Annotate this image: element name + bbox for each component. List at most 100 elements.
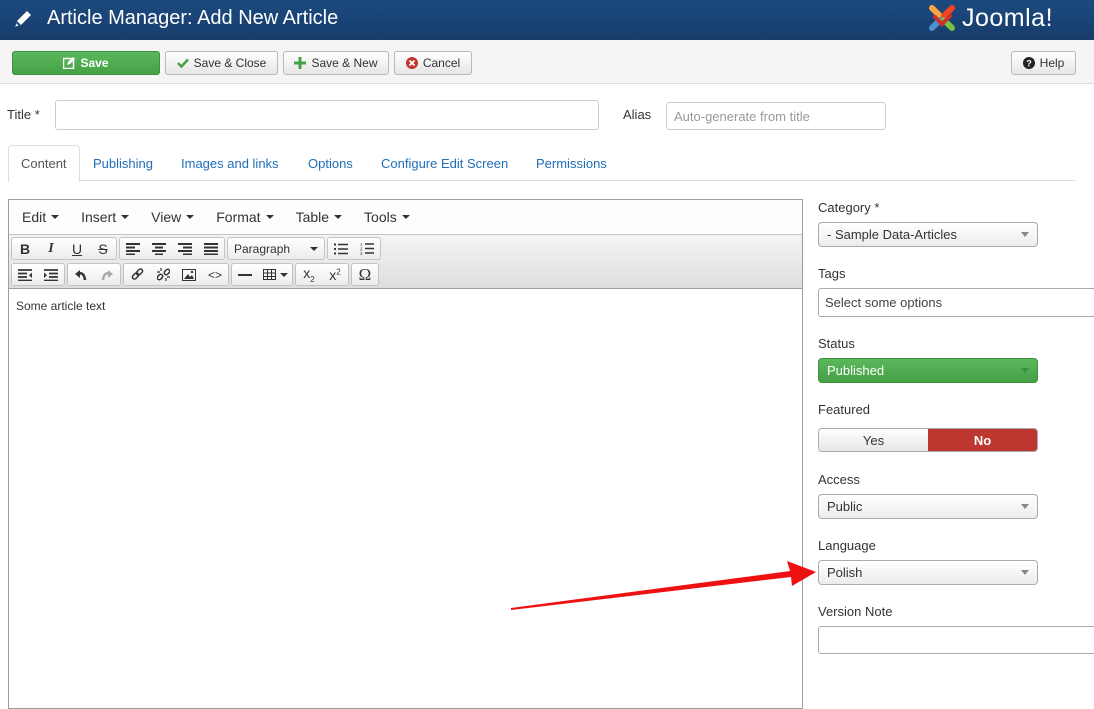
tags-label: Tags (818, 266, 846, 281)
language-value: Polish (827, 565, 863, 580)
alias-input[interactable] (666, 102, 886, 130)
menu-edit-label: Edit (22, 209, 47, 225)
align-justify-icon[interactable] (198, 238, 224, 259)
caret-down-icon (186, 215, 195, 219)
cancel-button[interactable]: Cancel (394, 51, 472, 75)
help-button[interactable]: ? Help (1011, 51, 1076, 75)
title-label: Title * (7, 107, 40, 122)
bullet-list-icon[interactable] (328, 238, 354, 259)
menu-view-label: View (151, 209, 182, 225)
tab-options[interactable]: Options (296, 145, 365, 181)
category-value: - Sample Data-Articles (827, 227, 958, 242)
tab-content[interactable]: Content (8, 145, 80, 182)
caret-down-icon (401, 215, 410, 219)
version-note-input[interactable] (818, 626, 1094, 654)
redo-icon[interactable] (94, 264, 120, 285)
code-icon[interactable]: <> (202, 264, 228, 285)
align-center-icon[interactable] (146, 238, 172, 259)
menu-insert-label: Insert (81, 209, 117, 225)
special-character-icon[interactable]: Ω (352, 264, 378, 285)
caret-down-icon (51, 215, 60, 219)
access-value: Public (827, 499, 863, 514)
chevron-down-icon (1021, 232, 1029, 237)
alias-label: Alias (623, 107, 652, 122)
table-insert-icon[interactable] (258, 264, 292, 285)
menu-format-label: Format (216, 209, 261, 225)
chevron-down-icon (1021, 368, 1029, 373)
horizontal-rule-icon[interactable] (232, 264, 258, 285)
outdent-icon[interactable] (12, 264, 38, 285)
bold-icon[interactable]: B (12, 238, 38, 259)
check-icon (176, 58, 189, 68)
menu-edit[interactable]: Edit (13, 209, 68, 225)
version-note-label: Version Note (818, 604, 893, 619)
access-select[interactable]: Public (818, 494, 1038, 519)
category-select[interactable]: - Sample Data-Articles (818, 222, 1038, 247)
menu-tools[interactable]: Tools (355, 209, 419, 225)
numbered-list-icon[interactable]: 123 (354, 238, 380, 259)
action-toolbar: Save Save & Close Save & New Cancel ? He… (0, 40, 1094, 84)
undo-icon[interactable] (68, 264, 94, 285)
menu-table[interactable]: Table (287, 209, 351, 225)
edit-icon (63, 57, 76, 69)
help-icon: ? (1022, 57, 1035, 69)
featured-toggle: Yes No (818, 428, 1038, 452)
joomla-logo[interactable]: Joomla! (926, 0, 1053, 36)
format-select[interactable]: Paragraph (228, 238, 324, 259)
underline-icon[interactable]: U (64, 238, 90, 259)
save-button[interactable]: Save (12, 51, 160, 75)
menu-view[interactable]: View (142, 209, 203, 225)
strikethrough-icon[interactable]: S (90, 238, 116, 259)
align-right-icon[interactable] (172, 238, 198, 259)
help-label: Help (1039, 56, 1065, 70)
save-close-button[interactable]: Save & Close (165, 51, 278, 75)
status-value: Published (827, 363, 885, 378)
menu-table-label: Table (295, 209, 330, 225)
format-select-value: Paragraph (234, 241, 291, 256)
featured-label: Featured (818, 402, 871, 417)
editor-toolbar: B I U S Paragraph 123 <> x2 x2 Ω (9, 235, 802, 289)
caret-down-icon (279, 272, 288, 277)
editor-menubar: Edit Insert View Format Table Tools (9, 200, 802, 235)
app-header: Article Manager: Add New Article Joomla! (0, 0, 1094, 40)
menu-insert[interactable]: Insert (72, 209, 138, 225)
language-label: Language (818, 538, 876, 553)
align-left-icon[interactable] (120, 238, 146, 259)
tab-permissions[interactable]: Permissions (524, 145, 619, 181)
tab-images-links[interactable]: Images and links (169, 145, 291, 181)
superscript-icon[interactable]: x2 (322, 264, 348, 285)
featured-no-button[interactable]: No (928, 429, 1037, 451)
image-icon[interactable] (176, 264, 202, 285)
status-select[interactable]: Published (818, 358, 1038, 383)
category-label: Category * (818, 200, 880, 215)
tags-placeholder: Select some options (825, 295, 943, 310)
svg-text:?: ? (1026, 59, 1032, 69)
subscript-icon[interactable]: x2 (296, 264, 322, 285)
tags-input[interactable]: Select some options (818, 288, 1094, 317)
save-new-button[interactable]: Save & New (283, 51, 389, 75)
cancel-label: Cancel (422, 56, 461, 70)
language-select[interactable]: Polish (818, 560, 1038, 585)
page-title: Article Manager: Add New Article (47, 7, 339, 29)
caret-down-icon (310, 246, 318, 251)
pencil-icon (15, 11, 31, 27)
plus-icon (294, 57, 307, 69)
save-label: Save (80, 56, 109, 70)
tab-configure-edit-screen[interactable]: Configure Edit Screen (369, 145, 520, 181)
chevron-down-icon (1021, 504, 1029, 509)
save-close-label: Save & Close (193, 56, 267, 70)
access-label: Access (818, 472, 860, 487)
link-icon[interactable] (124, 264, 150, 285)
tab-publishing[interactable]: Publishing (81, 145, 165, 181)
rich-text-editor: Edit Insert View Format Table Tools B I … (8, 199, 803, 709)
indent-icon[interactable] (38, 264, 64, 285)
editor-content-area[interactable]: Some article text (9, 289, 802, 323)
featured-yes-button[interactable]: Yes (819, 429, 928, 451)
title-input[interactable] (55, 100, 599, 130)
unlink-icon[interactable] (150, 264, 176, 285)
status-label: Status (818, 336, 855, 351)
editor-paragraph: Some article text (16, 299, 106, 313)
italic-icon[interactable]: I (38, 238, 64, 259)
menu-format[interactable]: Format (207, 209, 282, 225)
save-new-label: Save & New (311, 56, 378, 70)
